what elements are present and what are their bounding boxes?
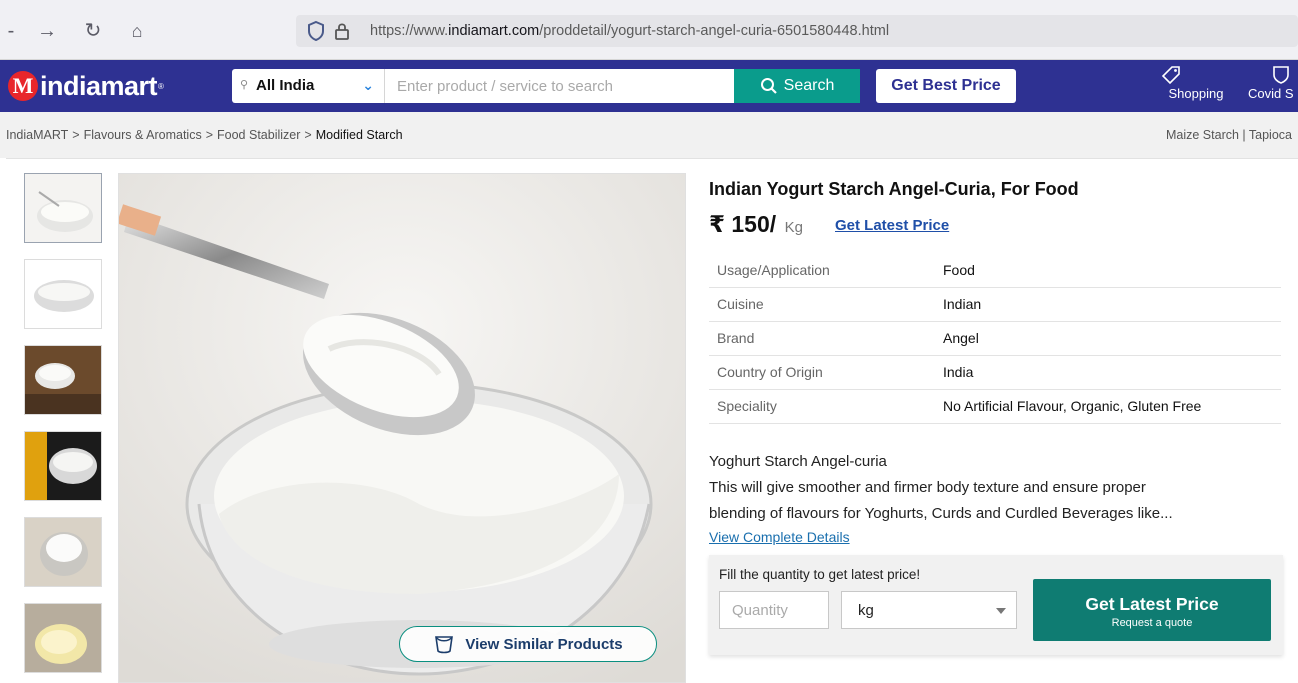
location-pin-icon: ⚲ xyxy=(240,79,249,91)
get-best-price-button[interactable]: Get Best Price xyxy=(876,69,1016,103)
quantity-input[interactable] xyxy=(719,591,829,629)
get-latest-price-button[interactable]: Get Latest Price Request a quote xyxy=(1033,579,1271,641)
url-text[interactable]: https://www.indiamart.com/proddetail/yog… xyxy=(370,23,889,39)
chevron-down-icon: ⌄ xyxy=(362,77,374,93)
shield-icon[interactable] xyxy=(306,20,326,42)
get-latest-price-link[interactable]: Get Latest Price xyxy=(835,217,949,234)
covid-link[interactable]: Covid S xyxy=(1248,64,1298,101)
view-similar-products-button[interactable]: View Similar Products xyxy=(399,626,657,662)
reload-icon[interactable]: ↻ xyxy=(80,18,106,44)
breadcrumb-item[interactable]: Food Stabilizer xyxy=(217,128,300,142)
description-line: blending of flavours for Yoghurts, Curds… xyxy=(709,505,1173,522)
unit-select[interactable]: kg xyxy=(841,591,1017,629)
shield-icon xyxy=(1273,66,1289,84)
breadcrumb-item[interactable]: IndiaMART xyxy=(6,128,68,142)
breadcrumb: IndiaMART > Flavours & Aromatics > Food Stab… xyxy=(6,128,403,142)
lock-icon[interactable] xyxy=(332,20,352,42)
tag-icon xyxy=(1161,66,1180,85)
description-line: This will give smoother and firmer body … xyxy=(709,479,1146,496)
location-select[interactable]: ⚲ All India ⌄ xyxy=(232,69,384,103)
product-thumbnail[interactable] xyxy=(24,431,102,501)
search-button-label: Search xyxy=(783,77,835,94)
product-thumbnail[interactable] xyxy=(24,603,102,673)
table-row: Cuisine Indian xyxy=(709,287,1281,322)
bowl-icon xyxy=(435,636,454,654)
caret-down-icon xyxy=(996,608,1006,614)
search-input[interactable] xyxy=(384,69,734,103)
logo-mark: M xyxy=(8,71,38,101)
unit-value: kg xyxy=(858,602,874,619)
view-complete-details-link[interactable]: View Complete Details xyxy=(709,529,850,545)
search-icon xyxy=(760,78,777,94)
view-similar-label: View Similar Products xyxy=(465,635,623,653)
breadcrumb-item[interactable]: Flavours & Aromatics xyxy=(84,128,202,142)
indiamart-logo[interactable]: M indiamart ® xyxy=(8,68,164,104)
breadcrumb-current: Modified Starch xyxy=(315,128,403,142)
table-row: Usage/Application Food xyxy=(709,253,1281,288)
table-row: Country of Origin India xyxy=(709,355,1281,390)
spec-table: Usage/Application Food Cuisine Indian Bran… xyxy=(709,253,1281,424)
site-header: M indiamart ® ⚲ All India ⌄ Search Get B… xyxy=(0,60,1298,112)
back-icon[interactable]: ‐ xyxy=(0,18,24,44)
button-subtitle: Request a quote xyxy=(1111,617,1193,629)
related-categories: Maize Starch | Tapioca xyxy=(1165,128,1292,142)
quote-label: Fill the quantity to get latest price! xyxy=(719,567,921,582)
product-thumbnail[interactable] xyxy=(24,517,102,587)
address-bar[interactable]: https://www.indiamart.com/proddetail/yog… xyxy=(296,15,1298,47)
forward-icon[interactable]: → xyxy=(34,18,60,44)
location-value: All India xyxy=(256,77,315,94)
product-thumbnail[interactable] xyxy=(24,259,102,329)
search-button[interactable]: Search xyxy=(734,69,860,103)
logo-text: indiamart xyxy=(40,70,158,101)
related-link[interactable]: Tapioca xyxy=(1249,128,1292,142)
browser-toolbar: ‐ → ↻ ⌂ https://www.indiamart.com/prodde… xyxy=(0,0,1298,60)
main-product-image[interactable]: View Similar Products xyxy=(118,173,686,683)
home-icon[interactable]: ⌂ xyxy=(124,18,150,44)
product-thumbnail[interactable] xyxy=(24,173,102,243)
button-title: Get Latest Price xyxy=(1085,594,1219,614)
product-price: ₹ 150/ Kg xyxy=(709,211,803,237)
table-row: Brand Angel xyxy=(709,321,1281,356)
covid-label: Covid S xyxy=(1248,86,1294,101)
product-content: View Similar Products Indian Yogurt Star… xyxy=(6,158,1298,683)
product-thumbnail[interactable] xyxy=(24,345,102,415)
quote-box: Fill the quantity to get latest price! k… xyxy=(709,555,1283,655)
related-link[interactable]: Maize Starch xyxy=(1166,128,1239,142)
product-description: Yoghurt Starch Angel-curia This will giv… xyxy=(709,449,1281,527)
shopping-label: Shopping xyxy=(1168,86,1224,101)
yogurt-bowl-image xyxy=(119,174,685,682)
price-unit: Kg xyxy=(784,219,803,236)
shopping-link[interactable]: Shopping xyxy=(1160,64,1232,101)
description-title: Yoghurt Starch Angel-curia xyxy=(709,453,887,470)
breadcrumb-bar: IndiaMART > Flavours & Aromatics > Food Stab… xyxy=(0,112,1298,158)
table-row: Speciality No Artificial Flavour, Organic… xyxy=(709,389,1281,424)
product-title: Indian Yogurt Starch Angel-Curia, For Fo… xyxy=(709,179,1079,199)
